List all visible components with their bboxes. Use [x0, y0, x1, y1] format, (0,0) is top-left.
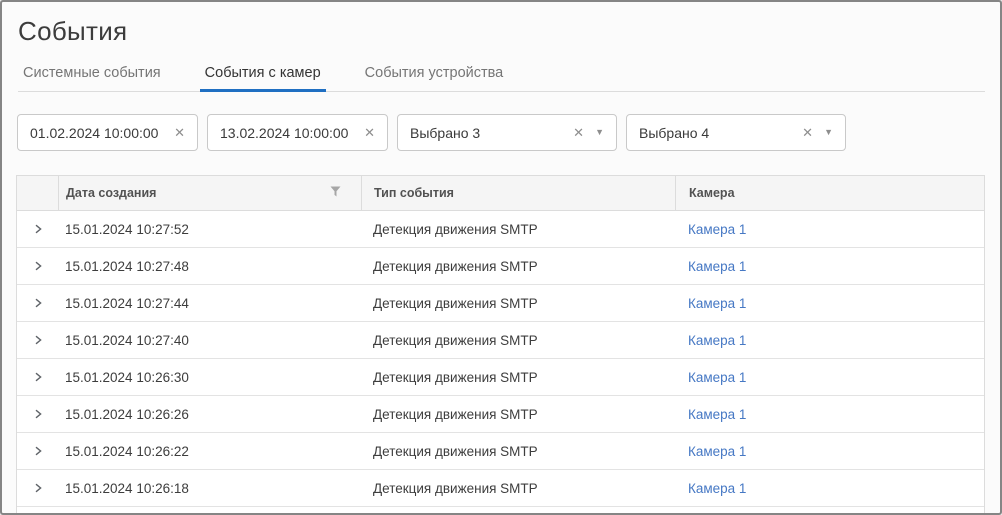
camera-link[interactable]: Камера 1	[688, 259, 746, 274]
event-date: 15.01.2024 10:27:52	[58, 222, 361, 237]
clear-icon[interactable]: ✕	[573, 126, 584, 139]
event-camera: Камера 1	[675, 481, 984, 496]
event-type: Детекция движения SMTP	[361, 259, 675, 274]
table-row[interactable]: 15.01.2024 10:26:30 Детекция движения SM…	[17, 359, 984, 396]
camera-link[interactable]: Камера 1	[688, 407, 746, 422]
expand-cell	[17, 297, 58, 309]
chevron-down-icon[interactable]: ▼	[595, 128, 604, 137]
expand-cell	[17, 334, 58, 346]
filters-bar: 01.02.2024 10:00:00 ✕ 13.02.2024 10:00:0…	[17, 114, 1000, 151]
event-date: 15.01.2024 10:26:30	[58, 370, 361, 385]
camera-column-label: Камера	[689, 186, 735, 200]
chevron-right-icon[interactable]	[32, 297, 44, 309]
camera-link[interactable]: Камера 1	[688, 333, 746, 348]
table-row[interactable]: 15.01.2024 10:26:18 Детекция движения SM…	[17, 470, 984, 507]
filter-funnel-icon[interactable]	[330, 186, 341, 200]
expand-cell	[17, 445, 58, 457]
event-camera: Камера 1	[675, 444, 984, 459]
table-row[interactable]: 15.01.2024 10:26:22 Детекция движения SM…	[17, 433, 984, 470]
table-row-partial	[17, 507, 984, 515]
event-type: Детекция движения SMTP	[361, 481, 675, 496]
event-type: Детекция движения SMTP	[361, 333, 675, 348]
event-type: Детекция движения SMTP	[361, 370, 675, 385]
event-date: 15.01.2024 10:26:26	[58, 407, 361, 422]
chevron-right-icon[interactable]	[32, 408, 44, 420]
date-to-value[interactable]: 13.02.2024 10:00:00	[220, 125, 356, 141]
table-row[interactable]: 15.01.2024 10:27:52 Детекция движения SM…	[17, 211, 984, 248]
expand-cell	[17, 223, 58, 235]
camera-link[interactable]: Камера 1	[688, 481, 746, 496]
type-column-label: Тип события	[374, 186, 454, 200]
table-row[interactable]: 15.01.2024 10:27:48 Детекция движения SM…	[17, 248, 984, 285]
event-date: 15.01.2024 10:27:40	[58, 333, 361, 348]
table-row[interactable]: 15.01.2024 10:27:44 Детекция движения SM…	[17, 285, 984, 322]
table-header: Дата создания Тип события Камера	[17, 176, 984, 211]
date-from-value[interactable]: 01.02.2024 10:00:00	[30, 125, 166, 141]
event-type: Детекция движения SMTP	[361, 296, 675, 311]
expand-cell	[17, 371, 58, 383]
tab-camera-events[interactable]: События с камер	[200, 65, 326, 91]
event-camera: Камера 1	[675, 296, 984, 311]
camera-link[interactable]: Камера 1	[688, 370, 746, 385]
event-date: 15.01.2024 10:27:48	[58, 259, 361, 274]
event-type: Детекция движения SMTP	[361, 444, 675, 459]
chevron-right-icon[interactable]	[32, 223, 44, 235]
camera-link[interactable]: Камера 1	[688, 296, 746, 311]
tabs-bar: Системные события События с камер Событи…	[18, 65, 985, 92]
camera-select-value: Выбрано 4	[639, 125, 794, 141]
chevron-right-icon[interactable]	[32, 445, 44, 457]
event-camera: Камера 1	[675, 370, 984, 385]
event-type-select-value: Выбрано 3	[410, 125, 565, 141]
date-to-input[interactable]: 13.02.2024 10:00:00 ✕	[207, 114, 388, 151]
clear-icon[interactable]: ✕	[802, 126, 813, 139]
camera-select[interactable]: Выбрано 4 ✕ ▼	[626, 114, 846, 151]
type-column-header: Тип события	[361, 176, 675, 210]
table-row[interactable]: 15.01.2024 10:26:26 Детекция движения SM…	[17, 396, 984, 433]
chevron-right-icon[interactable]	[32, 334, 44, 346]
events-table: Дата создания Тип события Камера 15.01.2…	[16, 175, 985, 515]
clear-icon[interactable]: ✕	[174, 126, 185, 139]
chevron-right-icon[interactable]	[32, 260, 44, 272]
expand-cell	[17, 260, 58, 272]
tab-device-events[interactable]: События устройства	[360, 65, 509, 91]
event-camera: Камера 1	[675, 259, 984, 274]
date-from-input[interactable]: 01.02.2024 10:00:00 ✕	[17, 114, 198, 151]
event-type: Детекция движения SMTP	[361, 222, 675, 237]
event-camera: Камера 1	[675, 222, 984, 237]
expand-cell	[17, 408, 58, 420]
table-body: 15.01.2024 10:27:52 Детекция движения SM…	[17, 211, 984, 507]
date-column-label: Дата создания	[66, 186, 156, 200]
date-column-header: Дата создания	[58, 176, 361, 210]
event-date: 15.01.2024 10:27:44	[58, 296, 361, 311]
event-camera: Камера 1	[675, 333, 984, 348]
events-page: События Системные события События с каме…	[0, 0, 1002, 515]
chevron-down-icon[interactable]: ▼	[824, 128, 833, 137]
event-date: 15.01.2024 10:26:22	[58, 444, 361, 459]
camera-link[interactable]: Камера 1	[688, 444, 746, 459]
camera-column-header: Камера	[675, 176, 984, 210]
camera-link[interactable]: Камера 1	[688, 222, 746, 237]
table-row[interactable]: 15.01.2024 10:27:40 Детекция движения SM…	[17, 322, 984, 359]
clear-icon[interactable]: ✕	[364, 126, 375, 139]
expand-column-header	[17, 176, 58, 210]
event-type-select[interactable]: Выбрано 3 ✕ ▼	[397, 114, 617, 151]
page-title: События	[18, 16, 1000, 47]
event-camera: Камера 1	[675, 407, 984, 422]
event-type: Детекция движения SMTP	[361, 407, 675, 422]
chevron-right-icon[interactable]	[32, 371, 44, 383]
tab-system-events[interactable]: Системные события	[18, 65, 166, 91]
expand-cell	[17, 482, 58, 494]
chevron-right-icon[interactable]	[32, 482, 44, 494]
event-date: 15.01.2024 10:26:18	[58, 481, 361, 496]
